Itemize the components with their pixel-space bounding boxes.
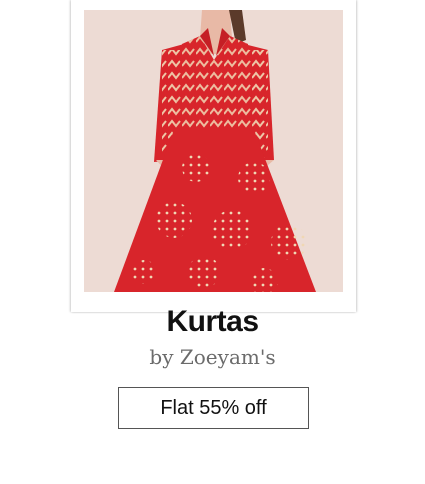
offer-label: Flat 55% off xyxy=(160,396,267,419)
red-kurta-photo-icon xyxy=(84,10,343,292)
brand-line: by Zoeyam's xyxy=(149,345,276,369)
product-image[interactable] xyxy=(84,10,343,292)
offer-button[interactable]: Flat 55% off xyxy=(118,387,309,429)
category-title[interactable]: Kurtas xyxy=(0,305,425,339)
